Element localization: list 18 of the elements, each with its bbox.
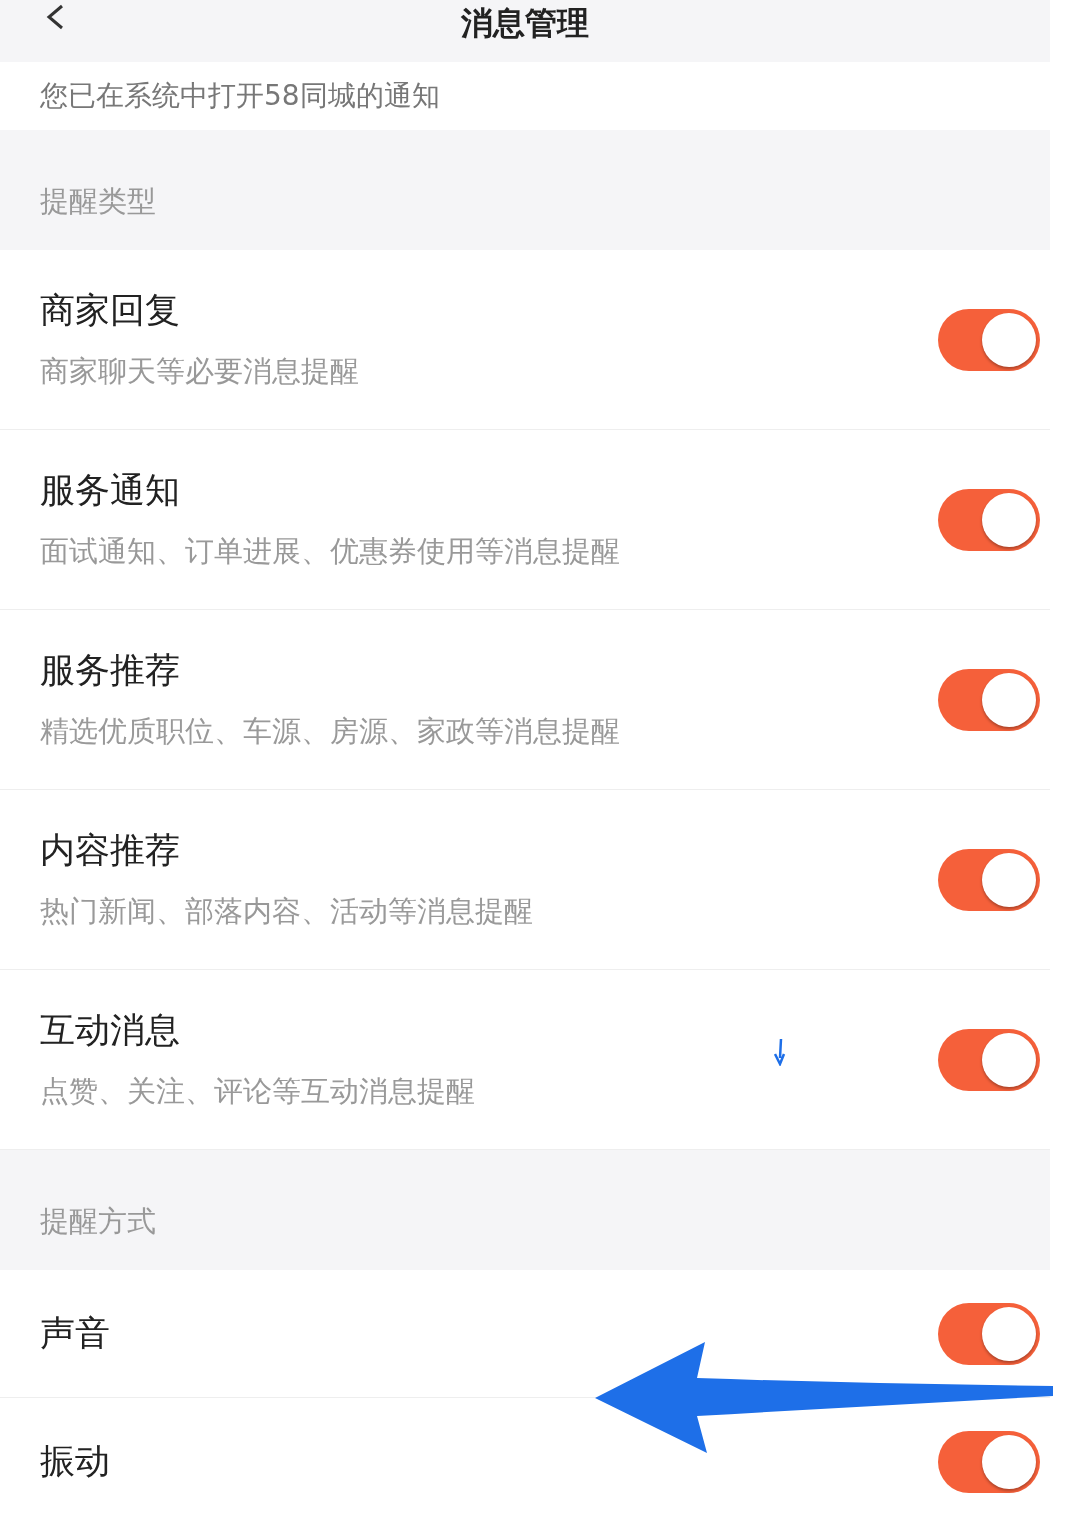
setting-description: 精选优质职位、车源、房源、家政等消息提醒	[40, 713, 620, 750]
setting-description: 点赞、关注、评论等互动消息提醒	[40, 1073, 475, 1110]
setting-title: 商家回复	[40, 289, 181, 332]
setting-title: 声音	[40, 1312, 110, 1355]
section-title: 提醒类型	[40, 183, 156, 220]
setting-title: 互动消息	[40, 1009, 181, 1052]
setting-title: 振动	[40, 1440, 110, 1483]
setting-title: 内容推荐	[40, 829, 181, 872]
setting-description: 面试通知、订单进展、优惠券使用等消息提醒	[40, 533, 620, 570]
setting-title: 服务通知	[40, 469, 181, 512]
setting-title: 服务推荐	[40, 649, 181, 692]
setting-description: 热门新闻、部落内容、活动等消息提醒	[40, 893, 533, 930]
setting-description: 商家聊天等必要消息提醒	[40, 353, 359, 390]
section-title: 提醒方式	[40, 1203, 156, 1240]
notice-text: 您已在系统中打开58同城的通知	[40, 78, 440, 114]
annotation-arrow	[774, 1038, 786, 1066]
page-title: 消息管理	[461, 3, 589, 44]
back-icon[interactable]	[44, 4, 66, 30]
